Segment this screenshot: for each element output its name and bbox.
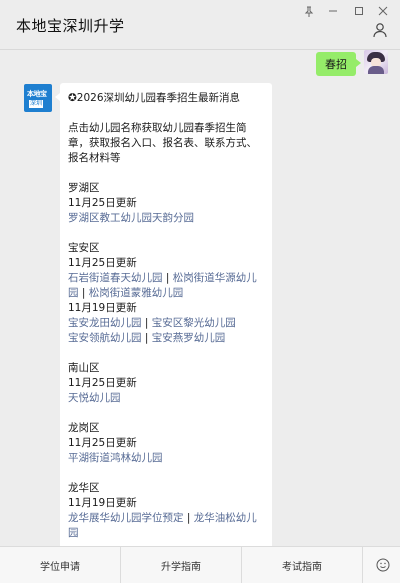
district-name: 龙岗区	[68, 422, 100, 434]
bot-avatar-text-bottom: 深圳	[29, 100, 44, 108]
kindergarten-link-row: 龙华展华幼儿园学位预定 | 龙华油松幼儿	[68, 511, 264, 526]
sent-message-row: 春招	[316, 50, 388, 76]
reply-headline: ✪2026深圳幼儿园春季招生最新消息	[68, 92, 241, 104]
district-list: 罗湖区 11月25日更新 罗湖区教工幼儿园天韵分园 宝安区 11月25日更新 石岩街道春天…	[68, 166, 264, 541]
title-bar: 本地宝深圳升学	[0, 0, 400, 50]
reply-intro-line: 点击幼儿园名称获取幼儿园春季招生简	[68, 122, 247, 134]
kindergarten-link-row: 天悦幼儿园	[68, 391, 264, 406]
kindergarten-link[interactable]: 宝安龙田幼儿园	[68, 317, 142, 329]
kindergarten-link[interactable]: 石岩街道春天幼儿园	[68, 272, 163, 284]
pin-icon[interactable]	[298, 2, 320, 20]
kindergarten-link[interactable]: 宝安区黎光幼儿园	[152, 317, 236, 329]
link-separator: |	[162, 272, 173, 284]
kindergarten-link[interactable]: 园	[68, 527, 79, 539]
bot-avatar[interactable]: 本地宝 深圳	[24, 84, 52, 112]
menu-item-enrollment-guide[interactable]: 升学指南	[121, 547, 242, 583]
keyboard-icon[interactable]	[363, 547, 400, 583]
reply-message-bubble: ✪2026深圳幼儿园春季招生最新消息 点击幼儿园名称获取幼儿园春季招生简 章，获…	[55, 83, 272, 546]
district-name: 罗湖区	[68, 182, 100, 194]
link-separator: |	[141, 317, 152, 329]
district-name: 南山区	[68, 362, 100, 374]
kindergarten-link[interactable]: 宝安燕罗幼儿园	[152, 332, 226, 344]
menu-item-exam-guide[interactable]: 考试指南	[242, 547, 363, 583]
user-avatar[interactable]	[364, 50, 388, 74]
kindergarten-link-row: 罗湖区教工幼儿园天韵分园	[68, 211, 264, 226]
close-icon[interactable]	[372, 2, 394, 20]
update-date: 11月19日更新	[68, 302, 137, 314]
kindergarten-link[interactable]: 松岗街道蒙雅幼儿园	[89, 287, 184, 299]
kindergarten-link-row: 平湖街道鸿林幼儿园	[68, 451, 264, 466]
kindergarten-link-row: 宝安领航幼儿园 | 宝安燕罗幼儿园	[68, 331, 264, 346]
link-separator: |	[78, 287, 89, 299]
kindergarten-link[interactable]: 罗湖区教工幼儿园天韵分园	[68, 212, 194, 224]
sent-message-bubble: 春招	[316, 52, 361, 76]
kindergarten-link[interactable]: 宝安领航幼儿园	[68, 332, 142, 344]
update-date: 11月25日更新	[68, 257, 137, 269]
minimize-icon[interactable]	[322, 2, 344, 20]
chat-area[interactable]: 春招 本地宝 深圳 ✪2026深圳幼儿园春季招生最新消息 点击幼儿园名称获取幼儿…	[0, 50, 400, 546]
update-date: 11月25日更新	[68, 377, 137, 389]
kindergarten-link[interactable]: 园	[68, 287, 79, 299]
link-separator: |	[183, 512, 194, 524]
kindergarten-link[interactable]: 龙华展华幼儿园学位预定	[68, 512, 184, 524]
profile-icon[interactable]	[372, 22, 388, 38]
menu-item-degree-application[interactable]: 学位申请	[0, 547, 121, 583]
reply-intro-line: 章，获取报名入口、报名表、联系方式、	[68, 137, 257, 149]
window-title: 本地宝深圳升学	[16, 17, 125, 35]
link-separator: |	[141, 332, 152, 344]
district-name: 龙华区	[68, 482, 100, 494]
kindergarten-link-row: 园 | 松岗街道蒙雅幼儿园	[68, 286, 264, 301]
kindergarten-link[interactable]: 平湖街道鸿林幼儿园	[68, 452, 163, 464]
kindergarten-link-row: 宝安龙田幼儿园 | 宝安区黎光幼儿园	[68, 316, 264, 331]
kindergarten-link-row: 石岩街道春天幼儿园 | 松岗街道华源幼儿	[68, 271, 264, 286]
update-date: 11月25日更新	[68, 197, 137, 209]
maximize-icon[interactable]	[348, 2, 370, 20]
district-name: 宝安区	[68, 242, 100, 254]
reply-intro-line: 报名材料等	[68, 152, 121, 164]
kindergarten-link[interactable]: 天悦幼儿园	[68, 392, 121, 404]
bot-avatar-text-top: 本地宝	[27, 90, 47, 98]
bottom-menu: 学位申请 升学指南 考试指南	[0, 546, 400, 583]
update-date: 11月25日更新	[68, 437, 137, 449]
kindergarten-link-row: 园	[68, 526, 264, 541]
kindergarten-link[interactable]: 龙华油松幼儿	[194, 512, 257, 524]
update-date: 11月19日更新	[68, 497, 137, 509]
kindergarten-link[interactable]: 松岗街道华源幼儿	[173, 272, 257, 284]
